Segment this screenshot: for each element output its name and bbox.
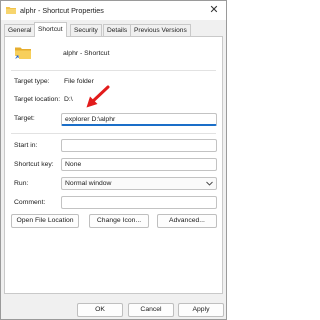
title-bar: alphr - Shortcut Properties ✕: [1, 1, 226, 20]
window-title: alphr - Shortcut Properties: [20, 6, 104, 15]
comment-label: Comment:: [14, 199, 46, 206]
start-in-input[interactable]: [61, 139, 217, 152]
run-select-value: Normal window: [65, 180, 112, 187]
target-location-value: D:\: [64, 96, 73, 103]
advanced-button[interactable]: Advanced...: [157, 214, 217, 228]
shortcut-name-field[interactable]: alphr - Shortcut: [61, 48, 217, 60]
target-location-label: Target location:: [14, 96, 61, 103]
tab-strip: General Shortcut Security Details Previo…: [4, 22, 225, 37]
shortcut-key-label: Shortcut key:: [14, 161, 54, 168]
folder-icon: [6, 7, 16, 14]
run-select[interactable]: Normal window: [61, 177, 217, 190]
close-icon[interactable]: ✕: [207, 3, 221, 17]
shortcut-key-input[interactable]: None: [61, 158, 217, 171]
shortcut-panel: alphr - Shortcut Target type: File folde…: [4, 36, 223, 294]
comment-input[interactable]: [61, 196, 217, 209]
target-label: Target:: [14, 115, 35, 122]
open-file-location-button[interactable]: Open File Location: [11, 214, 79, 228]
cancel-button[interactable]: Cancel: [128, 303, 174, 317]
start-in-label: Start in:: [14, 142, 38, 149]
target-type-value: File folder: [64, 78, 94, 85]
divider: [11, 133, 216, 134]
ok-button[interactable]: OK: [77, 303, 123, 317]
chevron-down-icon: [206, 181, 213, 186]
apply-button[interactable]: Apply: [178, 303, 224, 317]
folder-icon: [15, 47, 31, 59]
target-type-label: Target type:: [14, 78, 50, 85]
properties-window: alphr - Shortcut Properties ✕ General Sh…: [0, 0, 227, 320]
run-label: Run:: [14, 180, 29, 187]
divider: [11, 70, 216, 71]
target-input[interactable]: explorer D:\alphr: [61, 113, 217, 126]
change-icon-button[interactable]: Change Icon...: [89, 214, 149, 228]
tab-shortcut[interactable]: Shortcut: [34, 22, 67, 37]
